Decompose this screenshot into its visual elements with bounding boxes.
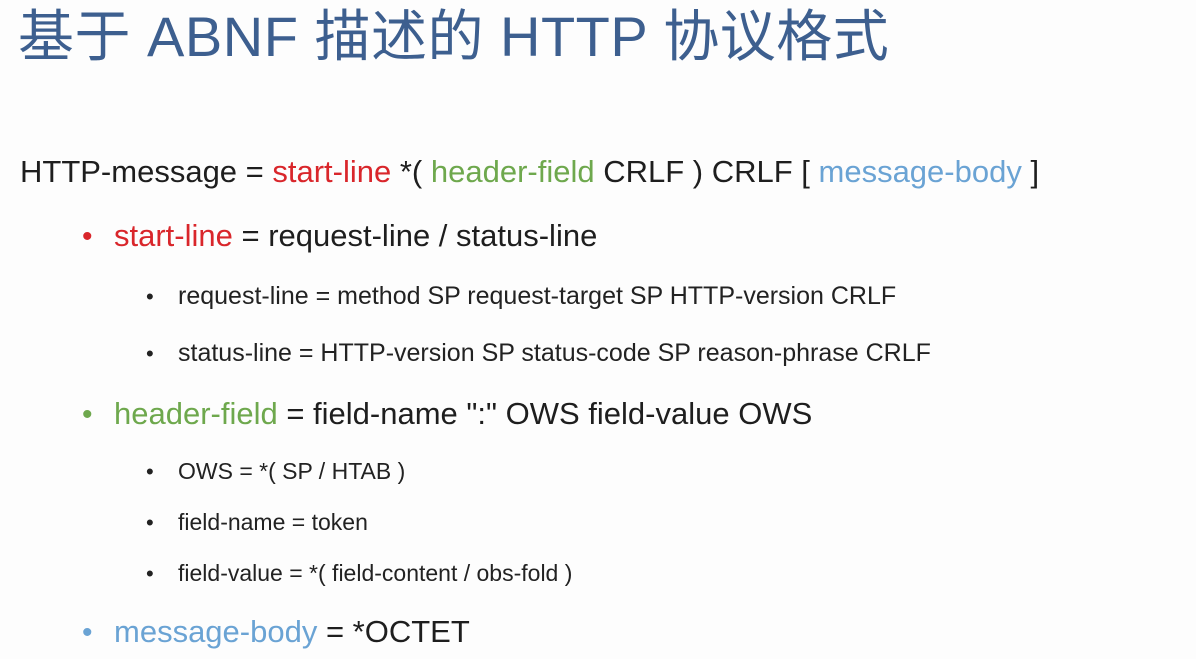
rule-lhs: HTTP-message =: [20, 154, 273, 189]
request-line-rule: • request-line = method SP request-target…: [146, 278, 896, 315]
ows-rule: • OWS = *( SP / HTAB ): [146, 453, 405, 490]
ows-text: OWS = *( SP / HTAB ): [178, 458, 406, 484]
http-message-rule: HTTP-message = start-line *( header-fiel…: [20, 150, 1039, 194]
header-field-term: header-field: [430, 154, 595, 189]
rule-seg-3: ]: [1021, 154, 1040, 189]
header-field-rule: • header-field = field-name ":" OWS field…: [82, 392, 812, 437]
field-name-rule: • field-name = token: [146, 504, 368, 541]
field-value-rule: • field-value = *( field-content / obs-fo…: [146, 555, 572, 592]
bullet: •: [146, 341, 154, 366]
header-field-definition: = field-name ":" OWS field-value OWS: [277, 396, 813, 431]
bullet-blue: •: [82, 616, 93, 649]
bullet: •: [146, 510, 154, 535]
request-line-text: request-line = method SP request-target …: [178, 282, 897, 310]
start-line-rule: • start-line = request-line / status-line: [82, 214, 597, 259]
header-field-name: header-field: [114, 396, 278, 431]
bullet: •: [146, 561, 154, 586]
slide: 基于 ABNF 描述的 HTTP 协议格式 HTTP-message = sta…: [0, 0, 1196, 659]
field-value-text: field-value = *( field-content / obs-fol…: [178, 560, 573, 586]
status-line-rule: • status-line = HTTP-version SP status-co…: [146, 335, 931, 372]
rule-seg-2: CRLF ) CRLF [: [594, 154, 819, 189]
message-body-rule: • message-body = *OCTET: [82, 610, 470, 655]
start-line-name: start-line: [114, 218, 233, 253]
start-line-definition: = request-line / status-line: [232, 218, 598, 253]
field-name-text: field-name = token: [178, 509, 368, 535]
message-body-definition: = *OCTET: [317, 614, 470, 649]
rule-seg-1: *(: [391, 154, 431, 189]
message-body-name: message-body: [114, 614, 318, 649]
start-line-term: start-line: [272, 154, 392, 189]
bullet: •: [146, 459, 154, 484]
slide-title: 基于 ABNF 描述的 HTTP 协议格式: [18, 5, 890, 68]
message-body-term: message-body: [818, 154, 1022, 189]
bullet-green: •: [82, 398, 93, 431]
bullet-red: •: [82, 220, 93, 253]
status-line-text: status-line = HTTP-version SP status-cod…: [178, 339, 931, 367]
bullet: •: [146, 284, 154, 309]
